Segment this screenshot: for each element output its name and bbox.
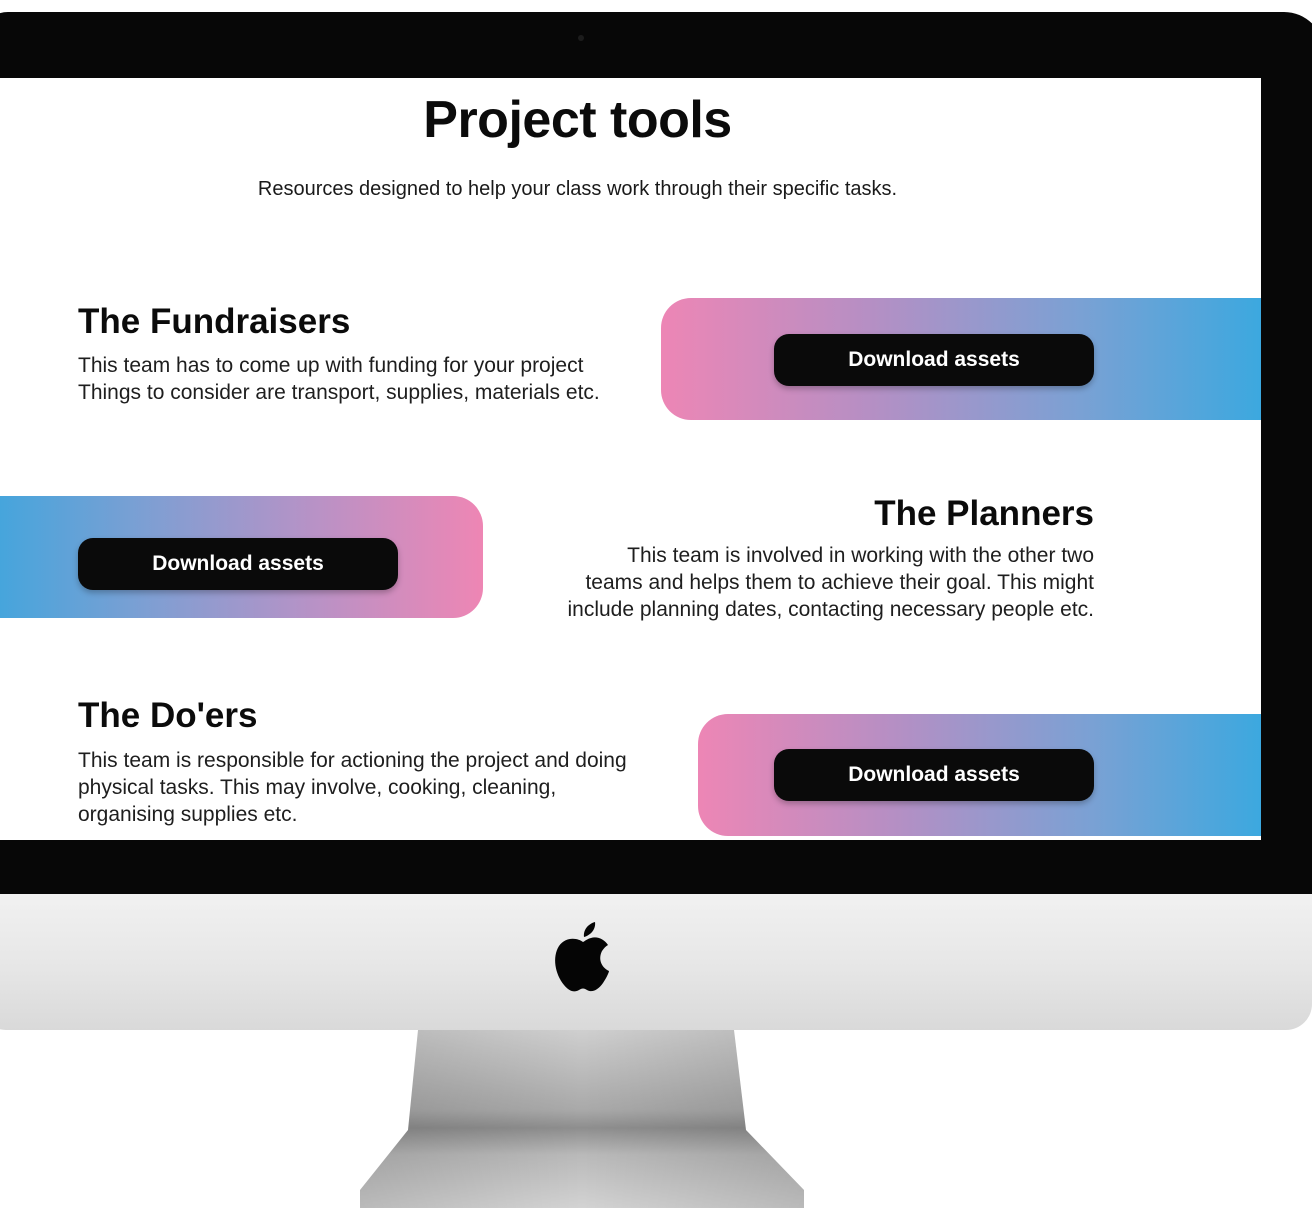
description-line: This team is involved in working with th… [627,544,1094,567]
screen: Project tools Resources designed to help… [0,78,1261,840]
description-line: Things to consider are transport, suppli… [78,381,600,404]
page-subtitle: Resources designed to help your class wo… [257,178,898,200]
camera-icon [578,35,584,41]
description-line: include planning dates, contacting neces… [567,598,1094,621]
download-assets-button-doers[interactable]: Download assets [774,749,1094,801]
team-description-planners: This team is involved in working with th… [494,542,1094,623]
apple-logo-icon [555,922,609,992]
description-line: This team has to come up with funding fo… [78,354,584,377]
team-description-fundraisers: This team has to come up with funding fo… [78,352,658,406]
team-title-doers: The Do'ers [78,696,258,735]
team-description-doers: This team is responsible for actioning t… [78,747,693,828]
description-line: organising supplies etc. [78,803,298,826]
page-title: Project tools [423,91,732,149]
description-line: This team is responsible for actioning t… [78,749,627,772]
monitor-stand [360,1030,804,1208]
download-assets-button-planners[interactable]: Download assets [78,538,398,590]
download-assets-button-fundraisers[interactable]: Download assets [774,334,1094,386]
team-title-planners: The Planners [874,494,1094,533]
description-line: physical tasks. This may involve, cookin… [78,776,557,799]
team-title-fundraisers: The Fundraisers [78,302,351,341]
monitor-mockup: Project tools Resources designed to help… [0,0,1312,1208]
description-line: teams and helps them to achieve their go… [585,571,1094,594]
monitor-chin [0,894,1312,1030]
